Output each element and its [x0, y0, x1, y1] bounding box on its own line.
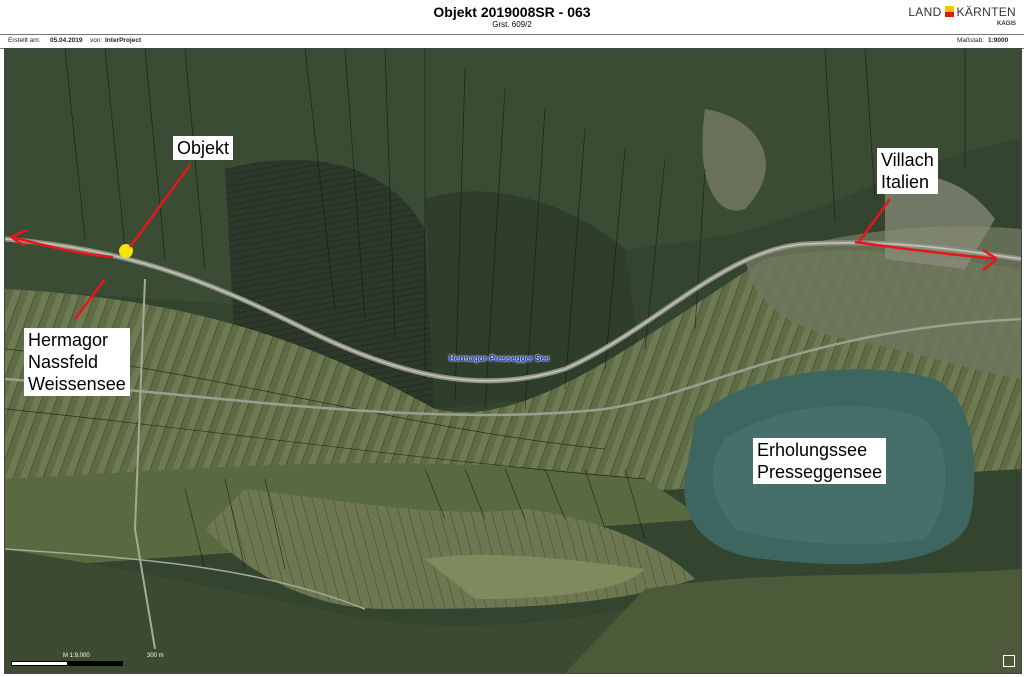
- from-value: InterProject: [105, 37, 142, 44]
- logo-text-land: LAND: [908, 5, 942, 19]
- label-hermagor-nassfeld-weissensee: Hermagor Nassfeld Weissensee: [24, 328, 130, 396]
- kaernten-logo: LAND KÄRNTEN KAGIS: [906, 5, 1016, 31]
- created-date: 05.04.2019: [50, 37, 83, 44]
- label-villach-italien: Villach Italien: [877, 148, 938, 194]
- logo-text-kaernten: KÄRNTEN: [956, 5, 1016, 19]
- coat-of-arms-icon: [944, 6, 954, 17]
- created-label: Erstellt am:: [8, 37, 41, 44]
- logo-sub: KAGIS: [996, 21, 1016, 27]
- map-title: Objekt 2019008SR - 063: [433, 4, 591, 20]
- map-view[interactable]: Objekt Villach Italien Hermagor Nassfeld…: [4, 48, 1022, 674]
- label-erholungssee-presseggensee: Erholungssee Presseggensee: [753, 438, 887, 484]
- map-subtitle: Grst. 609/2: [492, 20, 532, 29]
- map-header: Objekt 2019008SR - 063 Grst. 609/2 LAND K…: [0, 0, 1024, 34]
- scale-label: Maßstab:: [957, 37, 985, 44]
- label-objekt: Objekt: [173, 136, 234, 160]
- place-label-hermagor: Hermagor-Pressegger See: [449, 354, 550, 363]
- scale-bar-right-text: 300 m: [147, 653, 164, 659]
- north-arrow-icon: [1003, 655, 1015, 667]
- scale-bar: M 1:9,000 300 m: [11, 653, 171, 667]
- scale-bar-graphic: [11, 661, 123, 666]
- scale-value: 1:9000: [988, 37, 1009, 44]
- meta-bar: Erstellt am: 05.04.2019 von: InterProjec…: [0, 34, 1024, 49]
- from-label: von:: [90, 37, 103, 44]
- scale-bar-left-text: M 1:9,000: [63, 653, 90, 659]
